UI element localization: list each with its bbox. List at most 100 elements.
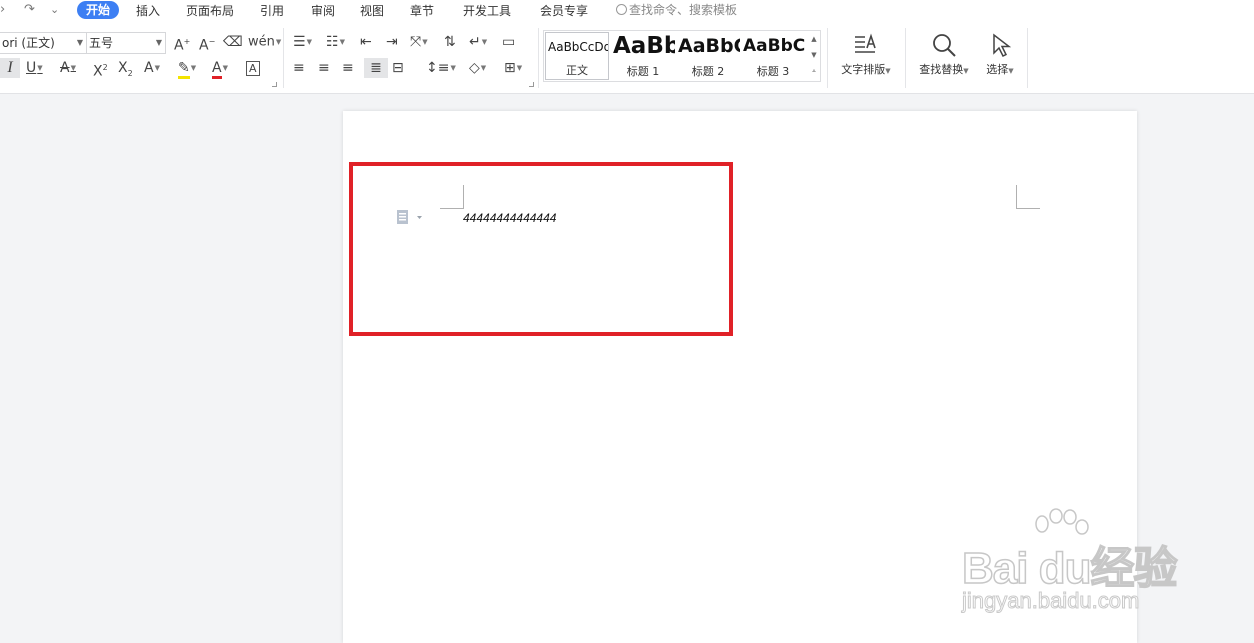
align-right-icon: ≡	[342, 60, 354, 76]
align-left-button[interactable]: ≡	[293, 58, 305, 78]
increase-indent-button[interactable]: ⇥	[386, 32, 398, 52]
magnifier-icon	[914, 30, 974, 60]
tab-home[interactable]: 开始	[77, 1, 120, 19]
chevron-down-icon[interactable]: ▼	[808, 47, 820, 63]
tab-view[interactable]: 视图	[360, 3, 384, 19]
superscript-button[interactable]: X2	[93, 58, 108, 82]
font-name-select[interactable]: ori (正文) ▼	[0, 32, 87, 54]
margin-mark-top-right	[1016, 185, 1040, 209]
align-center-icon: ≡	[318, 60, 330, 76]
chevron-down-icon: ▼	[155, 38, 162, 47]
style-normal[interactable]: AaBbCcDd 正文	[545, 32, 609, 80]
style-sample: AaBbC	[678, 35, 740, 57]
tab-insert[interactable]: 插入	[136, 3, 160, 19]
chinese-layout-button[interactable]: ⤧▼	[410, 32, 428, 52]
tab-developer[interactable]: 开发工具	[463, 3, 511, 19]
distribute-button[interactable]: ⊟	[392, 58, 404, 78]
style-name: 正文	[566, 64, 588, 77]
text-effect-button[interactable]: A▼	[144, 58, 160, 78]
justify-icon: ≣	[370, 60, 382, 76]
ruler-button[interactable]: ▭	[502, 32, 515, 52]
font-size-value: 五号	[89, 36, 114, 50]
eraser-icon: ⌫	[223, 34, 243, 50]
numbered-list-icon: ☷	[326, 34, 339, 50]
outdent-icon: ⇤	[360, 34, 372, 50]
decrease-indent-button[interactable]: ⇤	[360, 32, 372, 52]
tab-chapter[interactable]: 章节	[410, 3, 434, 19]
bullet-list-button[interactable]: ☰▼	[293, 32, 312, 52]
line-break-button[interactable]: ↵▼	[469, 32, 487, 52]
separator	[283, 28, 284, 88]
clear-format-button[interactable]: ⌫	[223, 32, 243, 52]
separator	[538, 28, 539, 88]
paragraph-dialog-launcher[interactable]	[529, 82, 534, 87]
align-right-button[interactable]: ≡	[342, 58, 354, 78]
expand-icon[interactable]: ⩡	[808, 63, 820, 79]
grow-font-button[interactable]: A+	[174, 32, 190, 56]
text-layout-label: 文字排版	[841, 63, 886, 76]
chevron-down-icon: ▼	[76, 38, 83, 47]
align-center-button[interactable]: ≡	[318, 58, 330, 78]
style-sample: AaBbCcDd	[548, 40, 608, 54]
highlighter-icon: ✎	[178, 60, 190, 79]
shading-button[interactable]: ◇▼	[469, 58, 486, 78]
highlight-button[interactable]: ✎▼	[178, 58, 196, 79]
bullet-list-icon: ☰	[293, 34, 306, 50]
style-heading-3[interactable]: AaBbCc 标题 3	[741, 32, 805, 80]
style-name: 标题 1	[626, 65, 660, 78]
font-dialog-launcher[interactable]	[272, 82, 277, 87]
find-replace-label: 查找替换	[919, 63, 964, 76]
text-layout-icon	[836, 30, 896, 60]
char-border-button[interactable]: A	[246, 58, 260, 79]
indent-icon: ⇥	[386, 34, 398, 50]
shrink-font-button[interactable]: A−	[199, 32, 215, 56]
ribbon-toolbar: ori (正文) ▼ 五号 ▼ A+ A− ⌫ wén▼ I U▼ A▼ X2 X2…	[0, 22, 1254, 94]
font-size-select[interactable]: 五号 ▼	[86, 32, 166, 54]
style-sample: AaBbCc	[743, 36, 805, 56]
numbered-list-button[interactable]: ☷▼	[326, 32, 345, 52]
tab-page-layout[interactable]: 页面布局	[186, 3, 234, 19]
style-heading-2[interactable]: AaBbC 标题 2	[676, 32, 740, 80]
quick-access-more-button[interactable]: ⌄	[50, 3, 59, 16]
menu-tab-bar: › ↷ ⌄ 开始 插入 页面布局 引用 审阅 视图 章节 开发工具 会员专享 查…	[0, 0, 1254, 22]
highlight-annotation-box	[349, 162, 733, 336]
tab-member[interactable]: 会员专享	[540, 3, 588, 19]
sort-button[interactable]: ⇅	[444, 32, 456, 52]
search-icon	[616, 4, 627, 15]
font-color-button[interactable]: A▼	[212, 58, 228, 79]
cursor-arrow-icon	[980, 30, 1020, 60]
phonetic-guide-button[interactable]: wén▼	[248, 32, 281, 53]
underline-button[interactable]: U▼	[26, 58, 43, 78]
separator	[827, 28, 828, 88]
line-break-icon: ↵	[469, 34, 481, 50]
borders-button[interactable]: ⊞▼	[504, 58, 522, 78]
font-name-value: ori (正文)	[2, 36, 55, 50]
find-replace-button[interactable]: 查找替换▼	[914, 30, 974, 78]
styles-scroll[interactable]: ▲ ▼ ⩡	[808, 31, 820, 81]
text-layout-button[interactable]: 文字排版▼	[836, 30, 896, 78]
style-heading-1[interactable]: AaBb 标题 1	[611, 32, 675, 80]
watermark-brand: Bai du经验	[961, 543, 1178, 594]
italic-button[interactable]: I	[0, 58, 20, 78]
style-name: 标题 2	[691, 65, 725, 78]
phonetic-icon: wén	[248, 34, 275, 50]
borders-icon: ⊞	[504, 60, 516, 76]
tab-review[interactable]: 审阅	[311, 3, 335, 19]
subscript-button[interactable]: X2	[118, 58, 133, 84]
paint-bucket-icon: ◇	[469, 60, 480, 76]
tab-references[interactable]: 引用	[260, 3, 284, 19]
select-button[interactable]: 选择▼	[980, 30, 1020, 78]
font-color-icon: A	[212, 60, 222, 79]
line-spacing-button[interactable]: ↕≡▼	[426, 58, 456, 78]
strikethrough-button[interactable]: A▼	[60, 58, 76, 78]
char-border-icon: A	[246, 61, 260, 76]
justify-button[interactable]: ≣	[364, 58, 388, 78]
redo-button[interactable]: ↷	[24, 2, 35, 17]
undo-button[interactable]: ›	[0, 2, 5, 17]
line-spacing-icon: ↕≡	[426, 60, 450, 76]
chinese-layout-icon: ⤧	[410, 34, 422, 50]
chevron-up-icon[interactable]: ▲	[808, 31, 820, 47]
separator	[1027, 28, 1028, 88]
command-search[interactable]: 查找命令、搜索模板	[616, 2, 737, 18]
style-sample: AaBb	[613, 33, 675, 59]
